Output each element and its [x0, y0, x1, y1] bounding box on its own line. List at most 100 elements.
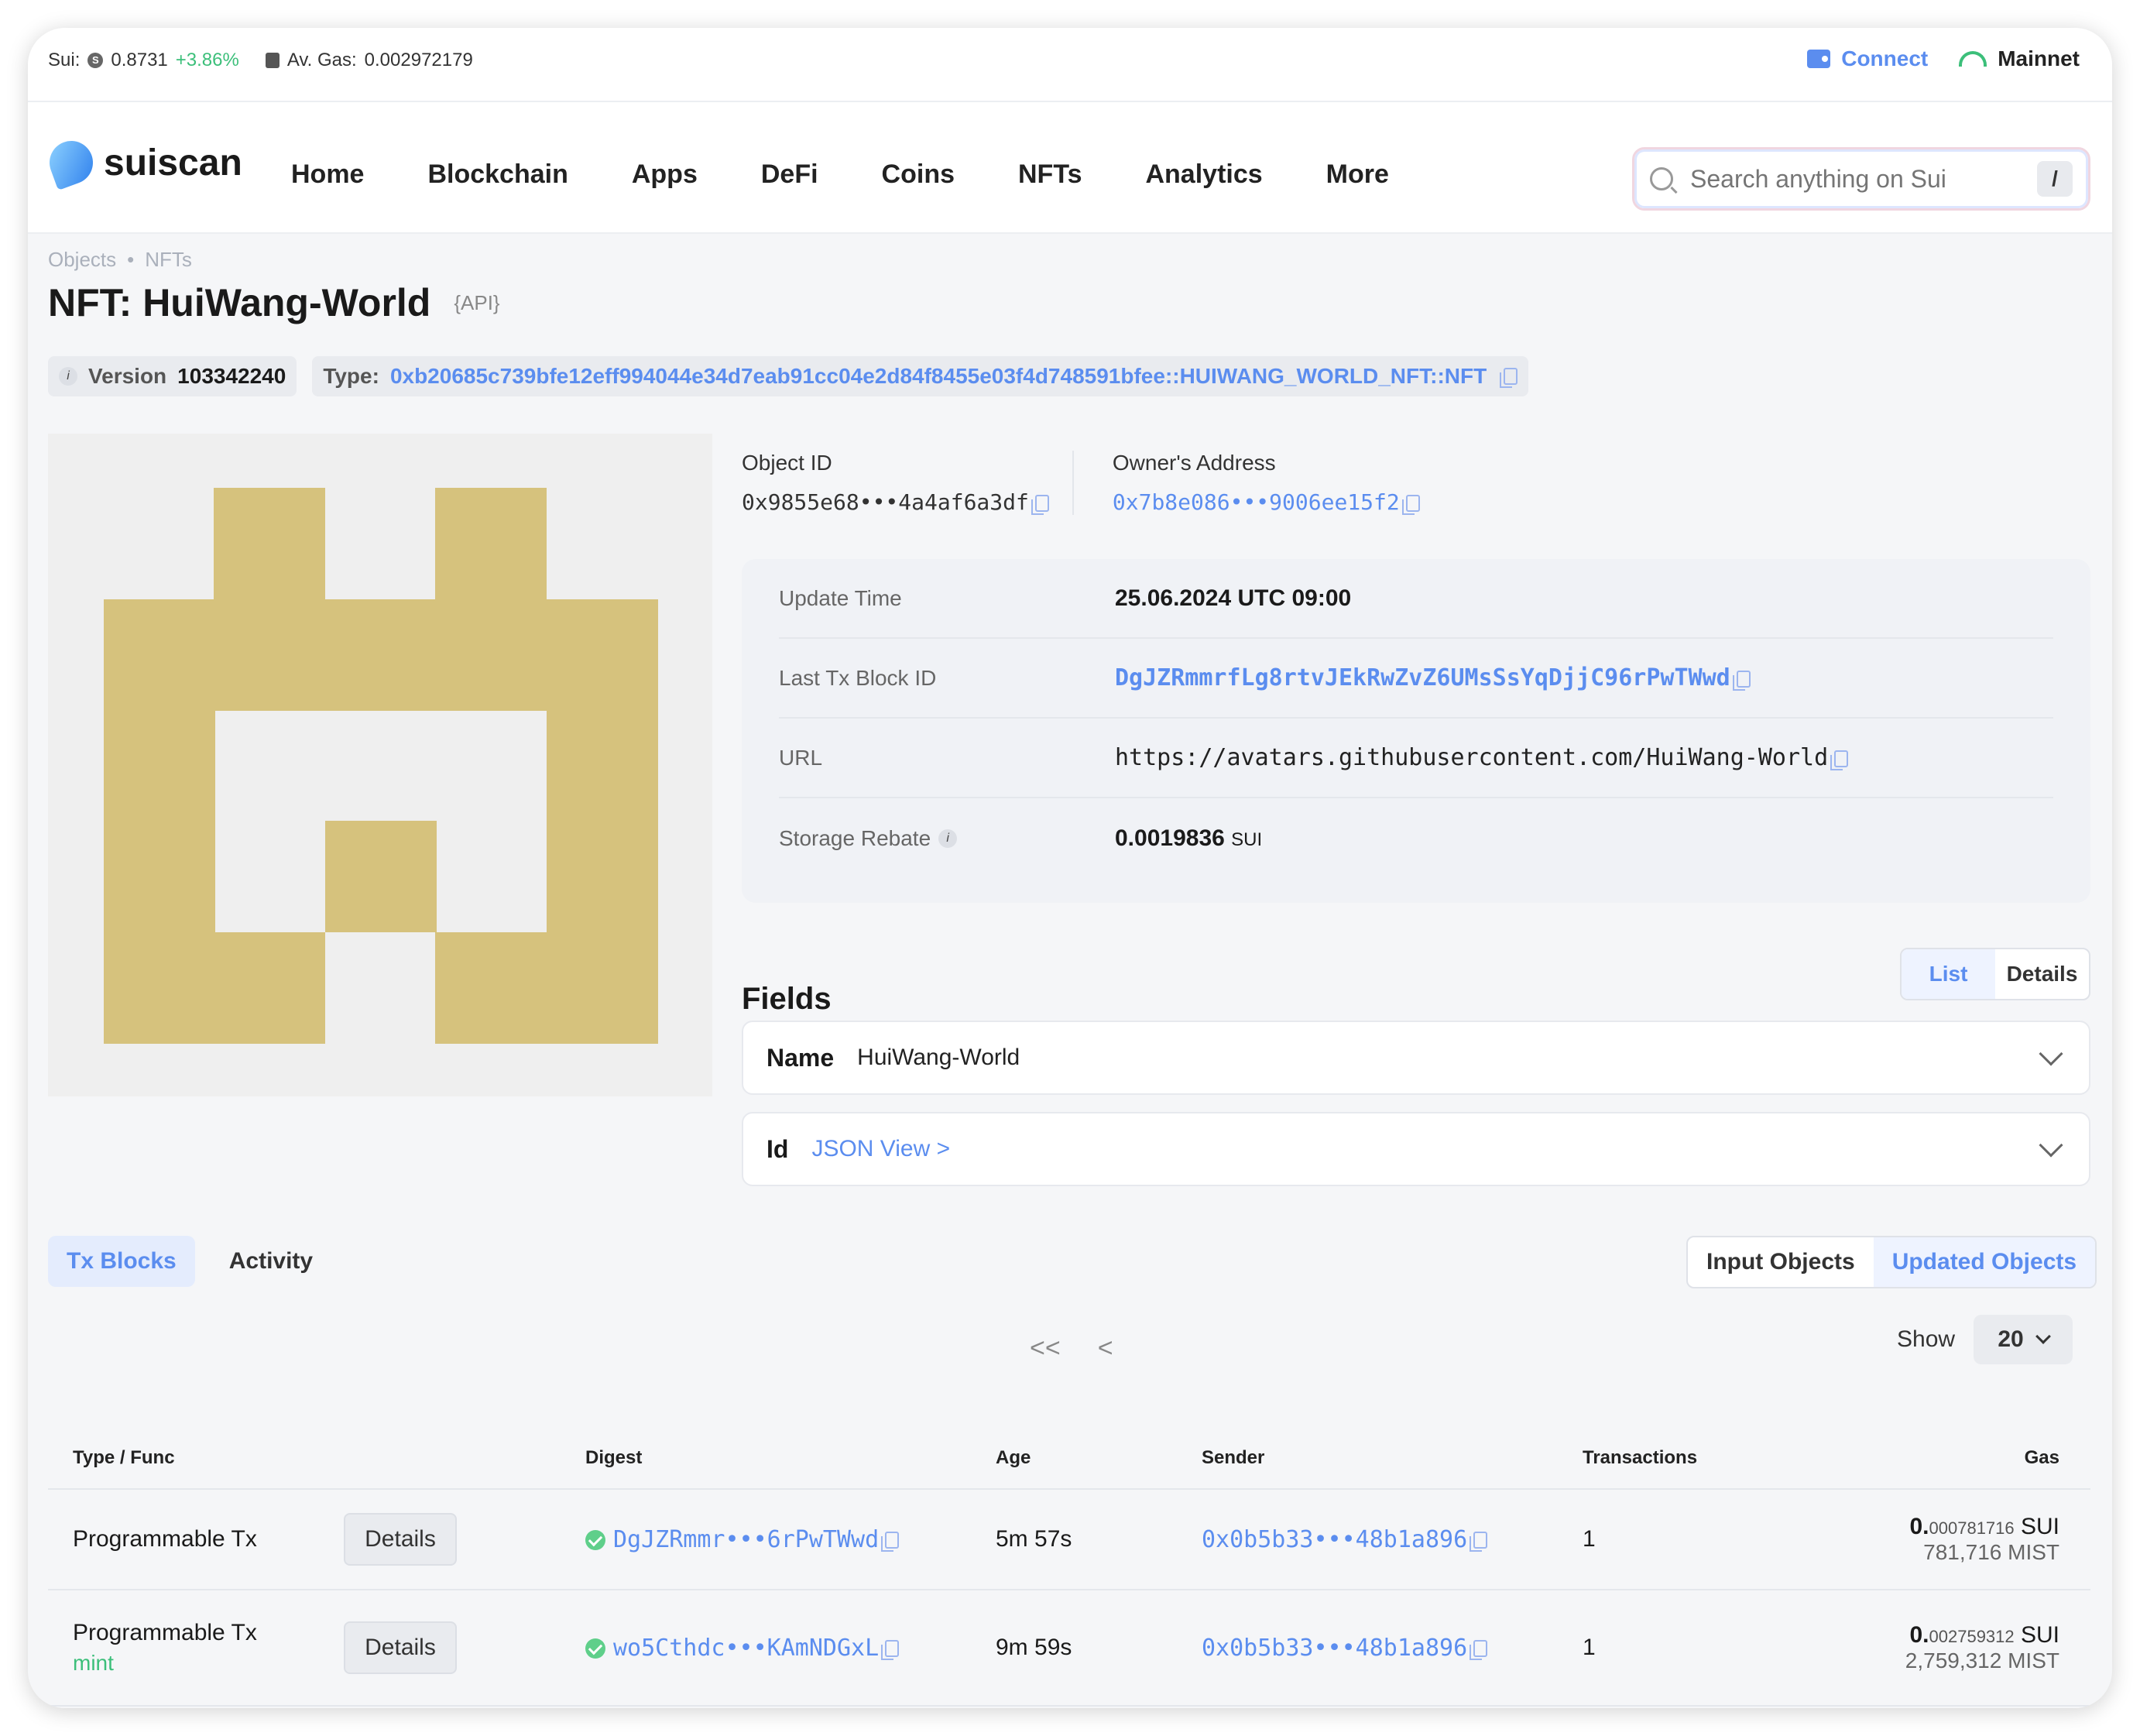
- main-nav: suiscan Home Blockchain Apps DeFi Coins …: [28, 102, 2112, 234]
- first-page-button[interactable]: <<: [1030, 1333, 1061, 1364]
- success-check-icon: [585, 1530, 605, 1550]
- copy-icon[interactable]: [881, 1532, 900, 1552]
- copy-icon[interactable]: [1830, 750, 1849, 770]
- details-button[interactable]: Details: [344, 1621, 457, 1674]
- field-id-row[interactable]: Id JSON View >: [742, 1112, 2090, 1186]
- nav-defi[interactable]: DeFi: [761, 160, 818, 190]
- tx-type-cell: Programmable Tx mint: [48, 1620, 344, 1676]
- copy-icon[interactable]: [1470, 1640, 1488, 1660]
- version-label: Version: [88, 364, 167, 388]
- owner-label: Owner's Address: [1112, 451, 1276, 475]
- col-type: Type / Func: [73, 1447, 175, 1468]
- storage-rebate-value: 0.0019836: [1115, 825, 1225, 851]
- updated-objects-option[interactable]: Updated Objects: [1873, 1237, 2096, 1287]
- fields-list-option[interactable]: List: [1902, 949, 1995, 999]
- chevron-down-icon[interactable]: [2039, 1041, 2063, 1066]
- chevron-down-icon[interactable]: [2039, 1133, 2063, 1158]
- nav-analytics[interactable]: Analytics: [1145, 160, 1262, 190]
- prev-page-button[interactable]: <: [1098, 1333, 1113, 1364]
- nft-pixel: [104, 711, 215, 1044]
- price-ticker: Sui: S 0.8731 +3.86% Av. Gas: 0.00297217…: [48, 50, 473, 71]
- object-id-label: Object ID: [742, 451, 832, 475]
- copy-icon[interactable]: [1031, 495, 1049, 515]
- gas-sui: 0.000781716 SUI: [1815, 1514, 2059, 1540]
- tab-activity[interactable]: Activity: [211, 1236, 331, 1287]
- search-box[interactable]: /: [1632, 147, 2090, 211]
- network-label: Mainnet: [1998, 46, 2080, 70]
- pagination: << <: [1030, 1333, 1113, 1364]
- owner-address-link[interactable]: 0x7b8e086•••9006ee15f2: [1113, 489, 1400, 515]
- page-size-control: Show 20: [1897, 1315, 2073, 1364]
- nav-nfts[interactable]: NFTs: [1018, 160, 1082, 190]
- nft-pixel: [547, 711, 658, 1044]
- tx-type: Programmable Tx: [73, 1620, 257, 1645]
- copy-icon[interactable]: [1470, 1532, 1488, 1552]
- object-filter-toggle: Input Objects Updated Objects: [1686, 1236, 2097, 1288]
- show-label: Show: [1897, 1326, 1956, 1352]
- input-objects-option[interactable]: Input Objects: [1688, 1237, 1874, 1287]
- col-digest: Digest: [585, 1447, 643, 1468]
- sui-price: 0.8731: [111, 50, 168, 70]
- connect-label: Connect: [1841, 46, 1929, 70]
- gas-sui: 0.002759312 SUI: [1815, 1622, 2059, 1649]
- info-icon[interactable]: i: [938, 829, 958, 848]
- digest-link[interactable]: DgJZRmmr•••6rPwTWwd: [613, 1526, 879, 1553]
- connect-button[interactable]: Connect: [1807, 46, 1928, 71]
- field-name-row[interactable]: Name HuiWang-World: [742, 1021, 2090, 1095]
- copy-icon[interactable]: [1732, 670, 1751, 691]
- breadcrumb-separator: •: [127, 248, 135, 271]
- page-size-select[interactable]: 20: [1974, 1315, 2073, 1364]
- breadcrumb-objects[interactable]: Objects: [48, 248, 116, 272]
- search-input[interactable]: [1690, 164, 2015, 194]
- col-age: Age: [996, 1447, 1031, 1468]
- digest-link[interactable]: wo5Cthdc•••KAmNDGxL: [613, 1635, 879, 1662]
- type-link[interactable]: 0xb20685c739bfe12eff994044e34d7eab91cc04…: [390, 364, 1487, 389]
- wallet-icon: [1807, 50, 1831, 68]
- version-value: 103342240: [177, 364, 286, 388]
- sender-link[interactable]: 0x0b5b33•••48b1a896: [1202, 1635, 1467, 1662]
- copy-icon[interactable]: [1401, 495, 1420, 515]
- details-button[interactable]: Details: [344, 1513, 457, 1566]
- age-cell: 5m 57s: [996, 1526, 1072, 1552]
- table-row: Programmable Tx mint Details wo5Cthdc•••…: [48, 1590, 2090, 1707]
- copy-icon[interactable]: [881, 1640, 900, 1660]
- url-row: https://avatars.githubusercontent.com/Hu…: [1115, 744, 1849, 771]
- age-cell: 9m 59s: [996, 1635, 1072, 1660]
- nft-pixel: [215, 932, 325, 1044]
- tab-tx-blocks[interactable]: Tx Blocks: [48, 1236, 195, 1287]
- nft-title: NFT: HuiWang-World: [48, 281, 431, 324]
- network-selector[interactable]: Mainnet: [1959, 46, 2080, 71]
- success-check-icon: [585, 1638, 605, 1659]
- field-value: HuiWang-World: [857, 1045, 1020, 1070]
- col-transactions: Transactions: [1583, 1447, 1698, 1468]
- detail-row: Storage Rebate i 0.0019836 SUI: [779, 798, 2053, 878]
- object-details-card: Update Time 25.06.2024 UTC 09:00 Last Tx…: [742, 559, 2090, 903]
- nav-apps[interactable]: Apps: [632, 160, 698, 190]
- sender-link[interactable]: 0x0b5b33•••48b1a896: [1202, 1526, 1467, 1553]
- fields-details-option[interactable]: Details: [1995, 949, 2089, 999]
- sender-cell: 0x0b5b33•••48b1a896: [1202, 1635, 1583, 1662]
- type-label: Type:: [323, 364, 379, 388]
- storage-rebate-label: Storage Rebate: [779, 825, 931, 850]
- copy-icon[interactable]: [1500, 368, 1518, 388]
- nav-more[interactable]: More: [1326, 160, 1389, 190]
- nav-blockchain[interactable]: Blockchain: [427, 160, 568, 190]
- suiscan-logo[interactable]: suiscan: [43, 135, 242, 190]
- field-key: Id: [766, 1134, 789, 1163]
- breadcrumb-nfts[interactable]: NFTs: [145, 248, 192, 272]
- digest-cell: wo5Cthdc•••KAmNDGxL: [585, 1635, 996, 1662]
- detail-row: URL https://avatars.githubusercontent.co…: [779, 719, 2053, 798]
- page-size-value: 20: [1998, 1326, 2024, 1352]
- nft-image: [48, 434, 712, 1096]
- object-ids: Object ID 0x9855e68•••4a4af6a3df Owner's…: [742, 451, 1443, 515]
- gas-cell: 0.000781716 SUI 781,716 MIST: [1815, 1514, 2090, 1565]
- json-view-link[interactable]: JSON View >: [811, 1136, 950, 1162]
- fields-view-toggle: List Details: [1900, 948, 2090, 1000]
- last-tx-link[interactable]: DgJZRmmrfLg8rtvJEkRwZvZ6UMsSsYqDjjC96rPw…: [1115, 664, 1730, 691]
- gas-decimals: 002759312: [1929, 1627, 2015, 1646]
- nav-home[interactable]: Home: [291, 160, 364, 190]
- nav-coins[interactable]: Coins: [882, 160, 955, 190]
- api-link[interactable]: {API}: [454, 291, 499, 315]
- sui-change: +3.86%: [175, 50, 239, 70]
- ticker-bar: Sui: S 0.8731 +3.86% Av. Gas: 0.00297217…: [28, 28, 2112, 102]
